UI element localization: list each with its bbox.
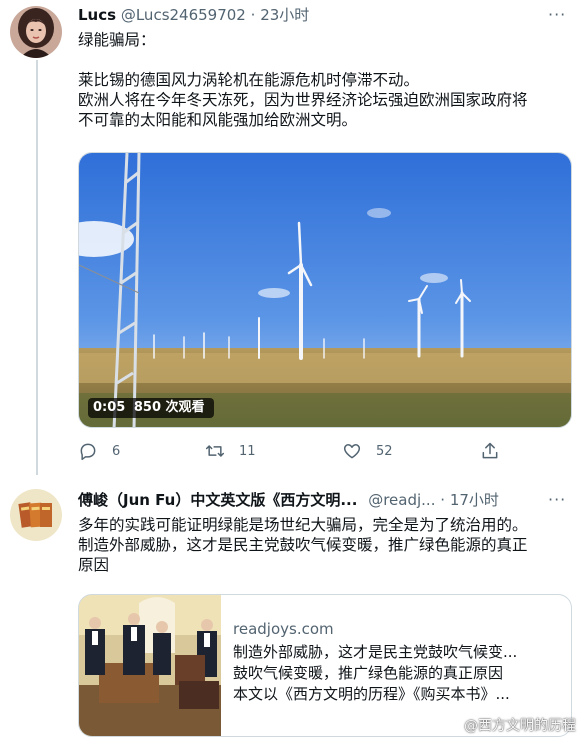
separator: ·: [440, 491, 446, 509]
handle[interactable]: @readj...: [368, 491, 435, 509]
video-player[interactable]: 0:05 850 次观看: [78, 152, 572, 428]
tweet-text: 多年的实践可能证明绿能是场世纪大骗局，完全是为了统治用的。 制造外部威胁，这才是…: [78, 515, 572, 575]
avatar[interactable]: [10, 6, 62, 58]
avatar[interactable]: [10, 489, 62, 541]
tweet-lucs[interactable]: Lucs @Lucs24659702 · 23小时 ··· 绿能骗局： 莱比锡的…: [0, 0, 584, 478]
tweet-text-line: 制造外部威胁，这才是民主党鼓吹气候变暖，推广绿色能源的真正: [78, 536, 528, 554]
retweet-count: 11: [239, 443, 256, 459]
tweet-header: Lucs @Lucs24659702 · 23小时: [78, 5, 309, 25]
wind-farm-video-frame: [79, 153, 571, 427]
handle[interactable]: @Lucs24659702: [121, 6, 246, 24]
separator: ·: [250, 6, 256, 24]
share-icon: [482, 442, 498, 459]
reply-count: 6: [112, 443, 121, 459]
display-name[interactable]: Lucs: [78, 6, 116, 24]
link-description-line: 鼓吹气候变暖，推广绿色能源的真正原因: [233, 664, 504, 682]
tweet-text-line: 莱比锡的德国风力涡轮机在能源危机时停滞不动。: [78, 71, 420, 89]
tweet-text-line: 欧洲人将在今年冬天冻死，因为世界经济论坛强迫欧洲国家政府将: [78, 91, 528, 109]
tweet-text-line: 不可靠的太阳能和风能强加给欧洲文明。: [78, 111, 358, 129]
reply-icon: [80, 443, 96, 461]
tweet-text-line: [78, 50, 572, 70]
weibo-watermark: @西方文明的历程: [443, 715, 576, 735]
reply-button[interactable]: 6: [78, 441, 120, 461]
link-description-line: 本文以《西方文明的历程》《购买本书》...: [233, 685, 510, 703]
like-button[interactable]: 52: [342, 441, 393, 461]
tweet-text: 绿能骗局： 莱比锡的德国风力涡轮机在能源危机时停滞不动。 欧洲人将在今年冬天冻死…: [78, 30, 572, 130]
link-preview-body: readjoys.com 制造外部威胁，这才是民主党鼓吹气候变... 鼓吹气候变…: [233, 619, 561, 705]
watermark-text: @西方文明的历程: [464, 718, 576, 734]
more-options-icon[interactable]: ···: [548, 6, 566, 24]
video-views: 850 次观看: [133, 400, 205, 415]
thread-connector-line: [36, 60, 38, 475]
weibo-logo-icon: [443, 718, 461, 733]
display-name[interactable]: 傅峻（Jun Fu）中文英文版《西方文明...: [78, 491, 357, 509]
link-preview-image: [79, 595, 221, 736]
retweet-button[interactable]: 11: [205, 441, 256, 461]
link-domain: readjoys.com: [233, 620, 334, 638]
like-count: 52: [376, 443, 393, 459]
tweet-text-line: 原因: [78, 556, 110, 574]
tweet-header: 傅峻（Jun Fu）中文英文版《西方文明... @readj... · 17小时: [78, 490, 499, 510]
video-stats-badge: 0:05 850 次观看: [88, 398, 214, 418]
share-button[interactable]: [480, 441, 514, 461]
timestamp[interactable]: 23小时: [260, 6, 309, 24]
timestamp[interactable]: 17小时: [450, 491, 499, 509]
tweet-text-line: 绿能骗局：: [78, 31, 156, 49]
action-bar: 6 11 52: [78, 441, 572, 467]
retweet-icon: [205, 445, 225, 457]
heart-icon: [343, 444, 361, 459]
video-duration: 0:05: [93, 400, 126, 415]
tweet-text-line: 多年的实践可能证明绿能是场世纪大骗局，完全是为了统治用的。: [78, 516, 528, 534]
more-options-icon[interactable]: ···: [548, 491, 566, 509]
link-title: 制造外部威胁，这才是民主党鼓吹气候变...: [233, 643, 518, 661]
